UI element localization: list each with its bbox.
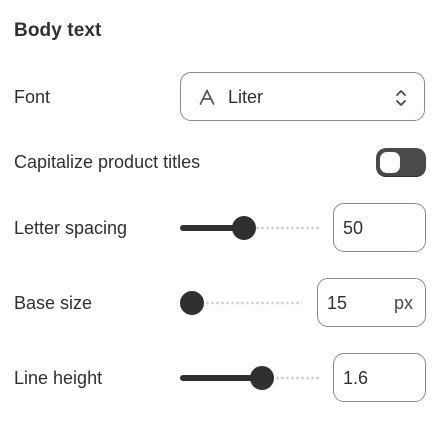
base-size-slider[interactable] [180, 291, 302, 315]
capitalize-toggle[interactable] [376, 148, 426, 177]
base-size-value: 15 [327, 293, 348, 313]
font-select-value: Liter [228, 87, 264, 107]
toggle-knob [380, 152, 400, 173]
line-height-input[interactable]: 1.6 [333, 353, 426, 402]
base-size-label: Base size [14, 293, 93, 313]
base-size-unit: px [393, 293, 413, 313]
letter-spacing-slider[interactable] [180, 216, 320, 240]
capitalize-label: Capitalize product titles [14, 152, 201, 172]
chevron-up-down-icon [396, 90, 406, 106]
font-select[interactable]: Liter [180, 72, 425, 121]
slider-thumb[interactable] [180, 291, 204, 315]
letter-spacing-input[interactable]: 50 [333, 203, 426, 252]
letter-spacing-label: Letter spacing [14, 218, 128, 238]
font-letter-icon [199, 89, 215, 105]
section-title: Body text [14, 20, 102, 41]
line-height-value: 1.6 [343, 368, 369, 388]
line-height-slider[interactable] [180, 366, 320, 390]
slider-thumb[interactable] [249, 366, 274, 390]
base-size-input[interactable]: 15 px [317, 278, 426, 327]
slider-thumb[interactable] [232, 216, 257, 240]
letter-spacing-value: 50 [343, 218, 364, 238]
font-label: Font [14, 87, 51, 107]
body-text-settings-panel: Body text Font Liter Capitalize product … [0, 0, 440, 422]
line-height-label: Line height [14, 368, 103, 388]
